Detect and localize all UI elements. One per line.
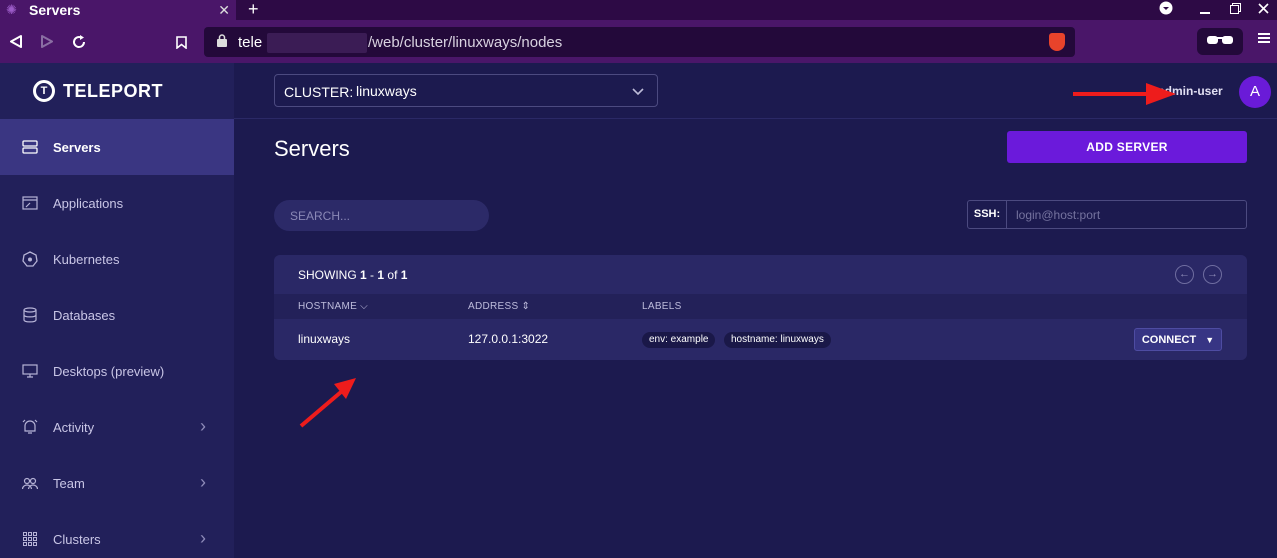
brave-shields-icon[interactable]: [1049, 33, 1065, 51]
browser-toolbar: tele /web/cluster/linuxways/nodes: [0, 20, 1277, 63]
sidebar-item-label: Kubernetes: [53, 251, 120, 267]
sidebar-item-label: Applications: [53, 195, 124, 211]
database-icon: [23, 307, 37, 323]
sidebar-item-label: Databases: [53, 307, 116, 323]
sidebar-item-label: Team: [53, 475, 85, 491]
row-hostname: linuxways: [298, 332, 351, 346]
column-header-hostname[interactable]: HOSTNAME ⌵: [298, 301, 368, 312]
back-icon[interactable]: [10, 35, 22, 48]
chevron-right-icon: ›: [200, 528, 206, 548]
minimize-icon[interactable]: [1200, 4, 1210, 14]
chevron-right-icon: ›: [200, 416, 206, 436]
url-path: /web/cluster/linuxways/nodes: [368, 34, 563, 51]
ssh-label: SSH:: [968, 201, 1007, 228]
sidebar-item-label: Clusters: [53, 531, 101, 547]
team-icon: [22, 477, 38, 490]
sidebar-item-applications[interactable]: Applications: [0, 175, 234, 231]
table-header-bar: SHOWING 1 - 1 of 1 ← →: [274, 255, 1247, 294]
cluster-value: linuxways: [356, 83, 417, 99]
grid-icon: [23, 532, 37, 546]
avatar[interactable]: A: [1239, 76, 1271, 108]
sidebar-item-databases[interactable]: Databases: [0, 287, 234, 343]
label-pill: hostname: linuxways: [724, 332, 831, 348]
forward-icon[interactable]: [41, 35, 53, 48]
search-input[interactable]: [274, 200, 489, 231]
browser-menu-icon[interactable]: [1258, 32, 1270, 44]
chevron-right-icon: ›: [200, 472, 206, 492]
close-window-icon[interactable]: [1258, 3, 1269, 14]
annotation-arrow-icon: [1073, 83, 1176, 105]
sidebar-item-label: Servers: [53, 139, 101, 155]
extension-glasses-icon[interactable]: [1197, 28, 1243, 55]
pagination-summary: SHOWING 1 - 1 of 1: [298, 268, 408, 282]
server-icon: [22, 140, 38, 154]
teleport-logo-icon: T: [33, 80, 55, 102]
sidebar-item-clusters[interactable]: Clusters ›: [0, 511, 234, 558]
column-header-labels: LABELS: [642, 301, 682, 312]
lock-icon: [217, 34, 227, 47]
sort-desc-icon: ⌵: [360, 301, 369, 312]
url-host: tele: [238, 34, 263, 51]
bookmark-icon[interactable]: [176, 36, 187, 49]
sidebar-item-label: Activity: [53, 419, 95, 435]
connect-button[interactable]: CONNECT ▼: [1134, 328, 1222, 351]
cluster-select[interactable]: CLUSTER: linuxways: [274, 74, 658, 107]
sidebar-item-desktops[interactable]: Desktops (preview): [0, 343, 234, 399]
row-address: 127.0.0.1:3022: [468, 332, 549, 346]
column-header-address[interactable]: ADDRESS ⇕: [468, 301, 530, 312]
ssh-login-box: SSH:: [967, 200, 1247, 229]
sidebar-item-servers[interactable]: Servers: [0, 119, 234, 175]
teleport-favicon-icon: ✺: [6, 2, 17, 17]
address-bar[interactable]: tele /web/cluster/linuxways/nodes: [204, 27, 1075, 57]
prev-page-icon[interactable]: ←: [1175, 265, 1194, 284]
sidebar-item-kubernetes[interactable]: Kubernetes: [0, 231, 234, 287]
tab-title: Servers: [29, 2, 81, 18]
teleport-logo: T TELEPORT: [33, 80, 163, 102]
chevron-down-icon: [632, 88, 644, 96]
restore-icon[interactable]: [1230, 3, 1241, 14]
cluster-label: CLUSTER:: [284, 84, 354, 100]
new-tab-button[interactable]: +: [248, 0, 259, 20]
bell-icon: [22, 419, 38, 434]
kubernetes-icon: [22, 251, 38, 267]
sidebar-item-activity[interactable]: Activity ›: [0, 399, 234, 455]
sidebar-item-label: Desktops (preview): [53, 363, 165, 379]
table-row: linuxways 127.0.0.1:3022 env: example ho…: [274, 319, 1247, 360]
desktop-icon: [22, 364, 38, 378]
reload-icon[interactable]: [72, 35, 86, 49]
url-redacted-block: [267, 33, 367, 53]
close-tab-icon[interactable]: ✕: [218, 2, 230, 19]
add-server-button[interactable]: ADD SERVER: [1007, 131, 1247, 163]
caret-down-icon: ▼: [1205, 334, 1215, 345]
app-window-icon: [22, 196, 38, 210]
sort-icon: ⇕: [521, 301, 531, 312]
next-page-icon[interactable]: →: [1203, 265, 1222, 284]
tab-search-icon[interactable]: [1159, 1, 1173, 15]
browser-tab[interactable]: ✺ Servers ✕: [0, 0, 236, 20]
page-title: Servers: [274, 136, 350, 161]
sidebar: T TELEPORT Servers Applications Kubernet…: [0, 63, 234, 558]
ssh-login-input[interactable]: [1008, 201, 1246, 228]
brand-name: TELEPORT: [63, 80, 164, 101]
annotation-arrow-icon: [299, 378, 356, 428]
servers-table: SHOWING 1 - 1 of 1 ← → HOSTNAME ⌵ ADDRES…: [274, 255, 1247, 360]
label-pill: env: example: [642, 332, 716, 348]
browser-tab-bar: ✺ Servers ✕ +: [0, 0, 1277, 20]
sidebar-item-team[interactable]: Team ›: [0, 455, 234, 511]
